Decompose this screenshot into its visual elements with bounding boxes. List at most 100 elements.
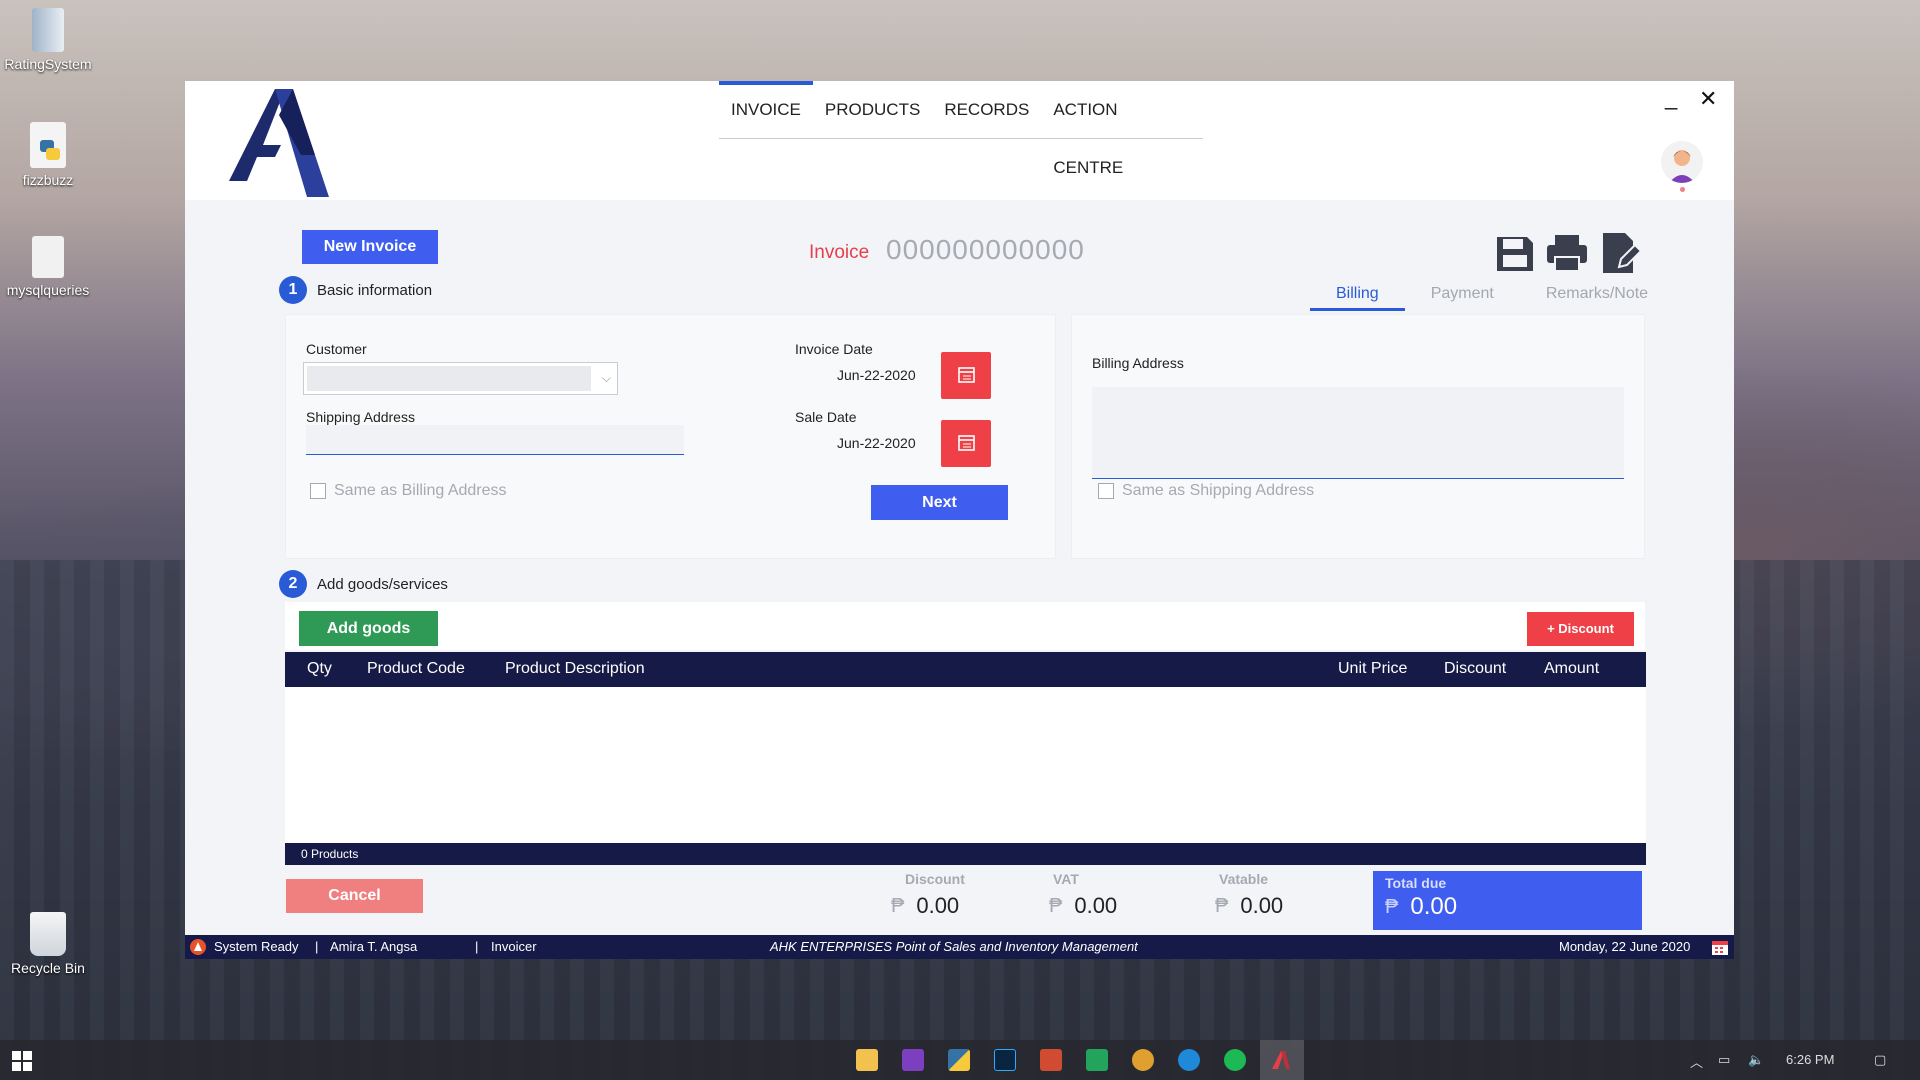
network-icon[interactable]: ▭ <box>1718 1052 1730 1068</box>
folder-icon <box>32 8 64 52</box>
summary-discount: Discount ₱ 0.00 <box>885 871 965 929</box>
chevron-up-icon[interactable]: ︿ <box>1690 1052 1703 1071</box>
summary-vat-label: VAT <box>1053 871 1079 887</box>
save-icon[interactable] <box>1493 231 1535 275</box>
shipping-address-input[interactable] <box>306 425 684 455</box>
browser-icon[interactable] <box>1132 1049 1154 1071</box>
desktop-icon-mysqlqueries[interactable]: mysqlqueries <box>0 236 96 298</box>
notification-icon[interactable]: ▢ <box>1874 1052 1886 1068</box>
sale-date-calendar-button[interactable] <box>941 420 991 467</box>
status-user: Amira T. Angsa <box>330 939 418 954</box>
column-amount[interactable]: Amount <box>1544 660 1599 678</box>
status-separator: | <box>315 939 319 954</box>
customer-select[interactable]: ⌵ <box>303 362 618 395</box>
status-date: Monday, 22 June 2020 <box>1559 939 1691 954</box>
sale-date-value[interactable]: Jun-22-2020 <box>837 435 916 451</box>
column-discount[interactable]: Discount <box>1444 660 1506 678</box>
sale-date-label: Sale Date <box>795 409 857 425</box>
basic-info-panel: Customer ⌵ Shipping Address Same as Bill… <box>285 314 1056 559</box>
status-bar: System Ready | Amira T. Angsa | Invoicer… <box>185 935 1734 959</box>
print-icon[interactable] <box>1545 231 1587 275</box>
invoice-date-calendar-button[interactable] <box>941 352 991 399</box>
windows-start-icon[interactable] <box>12 1051 32 1071</box>
spotify-icon[interactable] <box>1224 1049 1246 1071</box>
taskbar: ︿ ▭ 🔈 6:26 PM ▢ <box>0 1040 1920 1080</box>
peso-icon: ₱ <box>1049 894 1063 917</box>
column-product-description[interactable]: Product Description <box>505 660 645 678</box>
billing-address-input[interactable] <box>1092 387 1624 479</box>
status-dot <box>1680 187 1685 192</box>
address-tabs: Billing Payment Remarks/Note <box>1310 281 1674 311</box>
products-count: 0 Products <box>285 843 1646 865</box>
column-product-code[interactable]: Product Code <box>367 660 465 678</box>
status-role: Invoicer <box>491 939 537 954</box>
step-2-badge: 2 <box>279 570 307 598</box>
summary-total-due-value: 0.00 <box>1410 893 1458 920</box>
app-status-icon <box>190 939 206 955</box>
step-2-label: Add goods/services <box>317 576 448 593</box>
volume-icon[interactable]: 🔈 <box>1748 1052 1764 1068</box>
python-file-icon <box>30 122 66 168</box>
summary-total-due: Total due ₱ 0.00 <box>1373 871 1642 930</box>
summary-discount-label: Discount <box>905 871 965 887</box>
desktop-icon-label: fizzbuzz <box>22 172 74 188</box>
checkbox-box <box>310 483 326 499</box>
nav-action-centre[interactable]: ACTION CENTRE <box>1041 81 1203 177</box>
tab-payment[interactable]: Payment <box>1405 281 1520 311</box>
user-avatar[interactable] <box>1661 141 1703 183</box>
visual-studio-icon[interactable] <box>902 1049 924 1071</box>
ahk-app-icon[interactable] <box>1270 1049 1292 1071</box>
same-as-billing-checkbox[interactable]: Same as Billing Address <box>310 482 507 500</box>
window-header: INVOICE PRODUCTS RECORDS ACTION CENTRE _… <box>185 81 1734 200</box>
same-as-billing-label: Same as Billing Address <box>334 482 507 499</box>
billing-panel: Billing Address Same as Shipping Address <box>1071 314 1645 559</box>
summary-vatable-label: Vatable <box>1219 871 1269 887</box>
status-state: System Ready <box>214 939 299 954</box>
python-icon[interactable] <box>948 1049 970 1071</box>
cancel-button[interactable]: Cancel <box>286 879 423 913</box>
desktop-icon-label: RatingSystem <box>4 56 92 72</box>
edit-document-icon[interactable] <box>1599 231 1641 275</box>
summary-vat-value: 0.00 <box>1074 893 1118 918</box>
file-explorer-icon[interactable] <box>856 1049 878 1071</box>
invoice-date-label: Invoice Date <box>795 341 873 357</box>
edge-icon[interactable] <box>1178 1049 1200 1071</box>
nav-products[interactable]: PRODUCTS <box>813 81 932 139</box>
new-invoice-button[interactable]: New Invoice <box>302 230 438 264</box>
desktop-icon-recycle-bin[interactable]: Recycle Bin <box>0 912 96 976</box>
app-logo <box>229 89 329 197</box>
desktop-icon-fizzbuzz[interactable]: fizzbuzz <box>0 122 96 188</box>
photoshop-icon[interactable] <box>994 1049 1016 1071</box>
pencil-app-icon[interactable] <box>1040 1049 1062 1071</box>
desktop-icon-label: Recycle Bin <box>11 960 85 976</box>
invoice-window: INVOICE PRODUCTS RECORDS ACTION CENTRE _… <box>185 81 1734 959</box>
goods-table-body[interactable] <box>285 687 1646 843</box>
peso-icon: ₱ <box>1215 894 1229 917</box>
status-separator: | <box>475 939 479 954</box>
nav-invoice[interactable]: INVOICE <box>719 81 813 139</box>
spreadsheet-icon[interactable] <box>1086 1049 1108 1071</box>
desktop-icon-label: mysqlqueries <box>6 282 90 298</box>
goods-toolbar <box>285 602 1645 650</box>
summary-total-due-label: Total due <box>1385 875 1447 891</box>
tab-remarks-note[interactable]: Remarks/Note <box>1520 281 1674 311</box>
same-as-shipping-checkbox[interactable]: Same as Shipping Address <box>1098 482 1314 500</box>
calendar-icon <box>958 367 975 383</box>
system-clock[interactable]: 6:26 PM <box>1786 1052 1834 1067</box>
add-discount-button[interactable]: + Discount <box>1527 612 1634 646</box>
calendar-icon[interactable] <box>1711 938 1729 956</box>
add-goods-button[interactable]: Add goods <box>299 611 438 646</box>
invoice-date-value[interactable]: Jun-22-2020 <box>837 367 916 383</box>
nav-records[interactable]: RECORDS <box>932 81 1041 139</box>
close-button[interactable]: ✕ <box>1699 86 1717 112</box>
minimize-button[interactable]: _ <box>1665 85 1677 111</box>
billing-address-label: Billing Address <box>1092 355 1184 371</box>
goods-table-header: Qty Product Code Product Description Uni… <box>285 652 1646 687</box>
desktop-icon-ratingsystem[interactable]: RatingSystem <box>0 8 96 72</box>
next-button[interactable]: Next <box>871 485 1008 520</box>
tab-billing[interactable]: Billing <box>1310 281 1405 311</box>
column-qty[interactable]: Qty <box>307 660 332 678</box>
text-file-icon <box>32 236 64 278</box>
peso-icon: ₱ <box>891 894 905 917</box>
column-unit-price[interactable]: Unit Price <box>1338 660 1407 678</box>
